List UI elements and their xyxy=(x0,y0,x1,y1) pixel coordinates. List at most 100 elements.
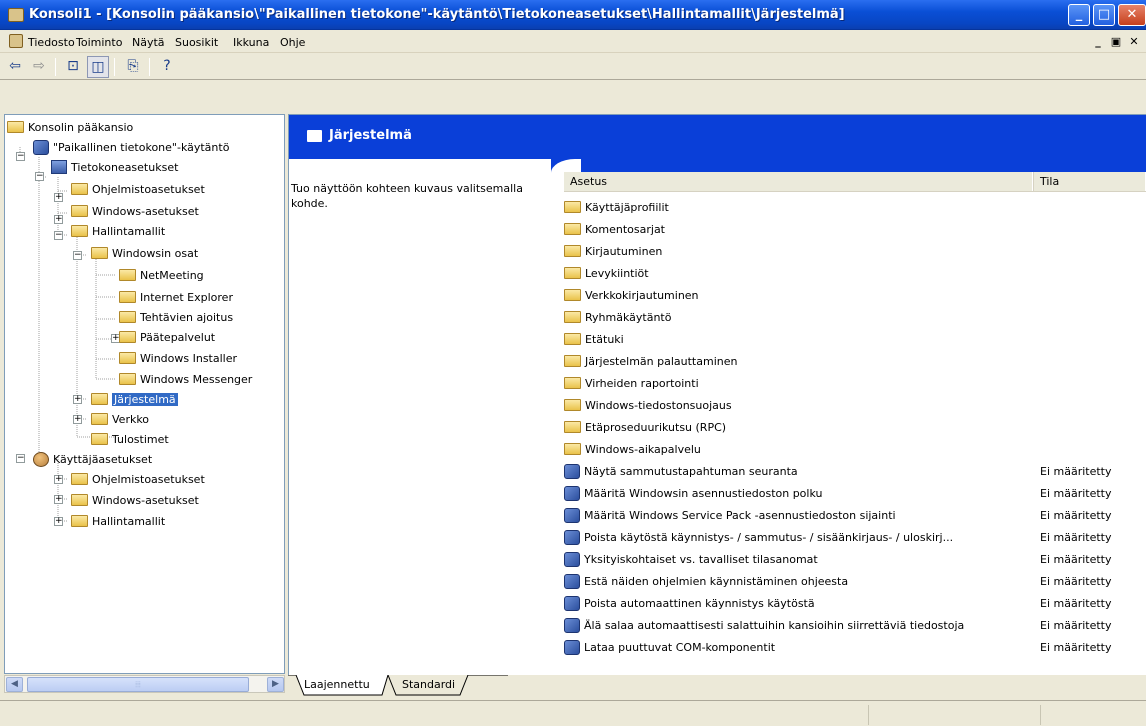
policy-setting-row[interactable]: Yksityiskohtaiset vs. tavalliset tilasan… xyxy=(564,548,1146,570)
list-item-name: Etätuki xyxy=(564,333,1034,346)
tree-node-u-software[interactable]: Ohjelmistoasetukset xyxy=(71,469,205,489)
expand-icon[interactable]: + xyxy=(54,517,63,526)
tab-standard[interactable]: Standardi xyxy=(402,675,455,696)
policy-setting-icon xyxy=(564,617,580,633)
setting-label: Estä näiden ohjelmien käynnistäminen ohj… xyxy=(584,574,849,588)
collapse-icon[interactable]: − xyxy=(16,152,25,161)
tree-node-c-admin-templates[interactable]: Hallintamallit xyxy=(71,221,165,241)
list-item[interactable]: Windows-aikapalvelu xyxy=(564,438,1146,460)
tree-node-root[interactable]: Konsolin pääkansio xyxy=(7,117,133,137)
expand-icon[interactable]: + xyxy=(54,475,63,484)
expand-icon[interactable]: + xyxy=(73,415,82,424)
tree-node-local-policy[interactable]: "Paikallinen tietokone"-käytäntö xyxy=(33,137,229,157)
folder-icon xyxy=(71,473,88,485)
tree-node-system-selected[interactable]: Järjestelmä xyxy=(91,389,178,409)
mmc-app-icon[interactable] xyxy=(8,8,24,22)
list-item[interactable]: Kirjautuminen xyxy=(564,240,1146,262)
setting-name: Näytä sammutustapahtuman seuranta xyxy=(564,463,1034,479)
tree-node-computer-config[interactable]: Tietokoneasetukset xyxy=(51,157,178,177)
collapse-icon[interactable]: − xyxy=(73,251,82,260)
maximize-button[interactable]: □ xyxy=(1093,4,1115,26)
list-item[interactable]: Etätuki xyxy=(564,328,1146,350)
console-tree[interactable]: Konsolin pääkansio − "Paikallinen tietok… xyxy=(4,114,285,674)
list-item[interactable]: Windows-tiedostonsuojaus xyxy=(564,394,1146,416)
tree-label: Ohjelmistoasetukset xyxy=(92,182,205,196)
show-hide-tree-icon[interactable]: ◫ xyxy=(87,56,109,78)
tree-horizontal-scrollbar[interactable]: ◀ ⦙⦙⦙ ▶ xyxy=(4,675,285,693)
tree-node-u-windows[interactable]: Windows-asetukset xyxy=(71,490,199,510)
policy-setting-row[interactable]: Näytä sammutustapahtuman seuranta Ei määr… xyxy=(564,460,1146,482)
tree-node-windows-installer[interactable]: Windows Installer xyxy=(119,348,237,368)
tree-node-internet-explorer[interactable]: Internet Explorer xyxy=(119,287,233,307)
setting-state: Ei määritetty xyxy=(1040,640,1112,654)
folder-icon xyxy=(91,413,108,425)
list-item-label: Virheiden raportointi xyxy=(585,376,699,390)
tree-node-windows-messenger[interactable]: Windows Messenger xyxy=(119,369,252,389)
folder-icon xyxy=(564,223,581,235)
column-header-setting[interactable]: Asetus xyxy=(564,172,1034,191)
expand-icon[interactable]: + xyxy=(54,495,63,504)
tree-node-printers[interactable]: Tulostimet xyxy=(91,429,169,449)
list-item[interactable]: Virheiden raportointi xyxy=(564,372,1146,394)
forward-arrow-icon[interactable]: ⇨ xyxy=(28,56,50,78)
policy-setting-row[interactable]: Määritä Windows Service Pack -asennustie… xyxy=(564,504,1146,526)
folder-icon xyxy=(71,183,88,195)
list-item[interactable]: Ryhmäkäytäntö xyxy=(564,306,1146,328)
policy-icon xyxy=(33,139,49,155)
collapse-icon[interactable]: − xyxy=(16,454,25,463)
list-item-name: Ryhmäkäytäntö xyxy=(564,311,1034,324)
back-arrow-icon[interactable]: ⇦ xyxy=(4,56,26,78)
tree-node-windows-components[interactable]: Windowsin osat xyxy=(91,243,198,263)
policy-setting-row[interactable]: Määritä Windowsin asennustiedoston polku… xyxy=(564,482,1146,504)
expand-icon[interactable]: + xyxy=(54,193,63,202)
policy-setting-row[interactable]: Lataa puuttuvat COM-komponentit Ei määrit… xyxy=(564,636,1146,658)
export-list-icon[interactable]: ⎘ xyxy=(122,56,144,78)
scroll-left-icon[interactable]: ◀ xyxy=(6,677,23,692)
list-item[interactable]: Käyttäjäprofiilit xyxy=(564,196,1146,218)
tree-node-c-windows[interactable]: Windows-asetukset xyxy=(71,201,199,221)
expand-icon[interactable]: + xyxy=(54,215,63,224)
collapse-icon[interactable]: − xyxy=(35,172,44,181)
policy-setting-icon xyxy=(564,529,580,545)
policy-setting-row[interactable]: Älä salaa automaattisesti salattuihin ka… xyxy=(564,614,1146,636)
tree-label: Ohjelmistoasetukset xyxy=(92,472,205,486)
list-item[interactable]: Verkkokirjautuminen xyxy=(564,284,1146,306)
close-button[interactable]: ✕ xyxy=(1118,4,1146,26)
policy-setting-row[interactable]: Poista käytöstä käynnistys- / sammutus- … xyxy=(564,526,1146,548)
tree-label: Käyttäjäasetukset xyxy=(53,452,153,466)
policy-setting-icon xyxy=(564,551,580,567)
policy-setting-row[interactable]: Estä näiden ohjelmien käynnistäminen ohj… xyxy=(564,570,1146,592)
list-item-name: Kirjautuminen xyxy=(564,245,1034,258)
tree-node-c-software[interactable]: Ohjelmistoasetukset xyxy=(71,179,205,199)
details-pane: Järjestelmä Tuo näyttöön kohteen kuvaus … xyxy=(288,114,1146,675)
list-item[interactable]: Järjestelmän palauttaminen xyxy=(564,350,1146,372)
list-item[interactable]: Komentosarjat xyxy=(564,218,1146,240)
expand-icon[interactable]: + xyxy=(73,395,82,404)
tree-node-network[interactable]: Verkko xyxy=(91,409,149,429)
scroll-right-icon[interactable]: ▶ xyxy=(267,677,284,692)
list-item-name: Windows-tiedostonsuojaus xyxy=(564,399,1034,412)
status-bar xyxy=(0,700,1146,726)
toolbar-separator xyxy=(55,58,56,76)
setting-label: Poista automaattinen käynnistys käytöstä xyxy=(584,596,815,610)
scroll-thumb[interactable]: ⦙⦙⦙ xyxy=(27,677,249,692)
list-item[interactable]: Levykiintiöt xyxy=(564,262,1146,284)
tree-node-user-config[interactable]: Käyttäjäasetukset xyxy=(33,449,152,469)
title-bar[interactable]: Konsoli1 - [Konsolin pääkansio\"Paikalli… xyxy=(0,0,1146,30)
minimize-button[interactable]: _ xyxy=(1068,4,1090,26)
setting-name: Määritä Windowsin asennustiedoston polku xyxy=(564,485,1034,501)
folder-icon xyxy=(564,333,581,345)
tree-label: Windowsin osat xyxy=(112,246,199,260)
tree-node-netmeeting[interactable]: NetMeeting xyxy=(119,265,204,285)
tree-node-task-scheduler[interactable]: Tehtävien ajoitus xyxy=(119,307,233,327)
tree-node-u-admin-templates[interactable]: Hallintamallit xyxy=(71,511,165,531)
up-one-level-icon[interactable]: ⊡ xyxy=(62,56,84,78)
tree-node-terminal-services[interactable]: Päätepalvelut xyxy=(119,327,215,347)
folder-icon xyxy=(564,355,581,367)
tab-extended[interactable]: Laajennettu xyxy=(304,675,370,696)
policy-setting-row[interactable]: Poista automaattinen käynnistys käytöstä… xyxy=(564,592,1146,614)
help-icon[interactable]: ? xyxy=(156,56,178,78)
column-header-state[interactable]: Tila xyxy=(1034,172,1146,191)
list-item[interactable]: Etäproseduurikutsu (RPC) xyxy=(564,416,1146,438)
collapse-icon[interactable]: − xyxy=(54,231,63,240)
